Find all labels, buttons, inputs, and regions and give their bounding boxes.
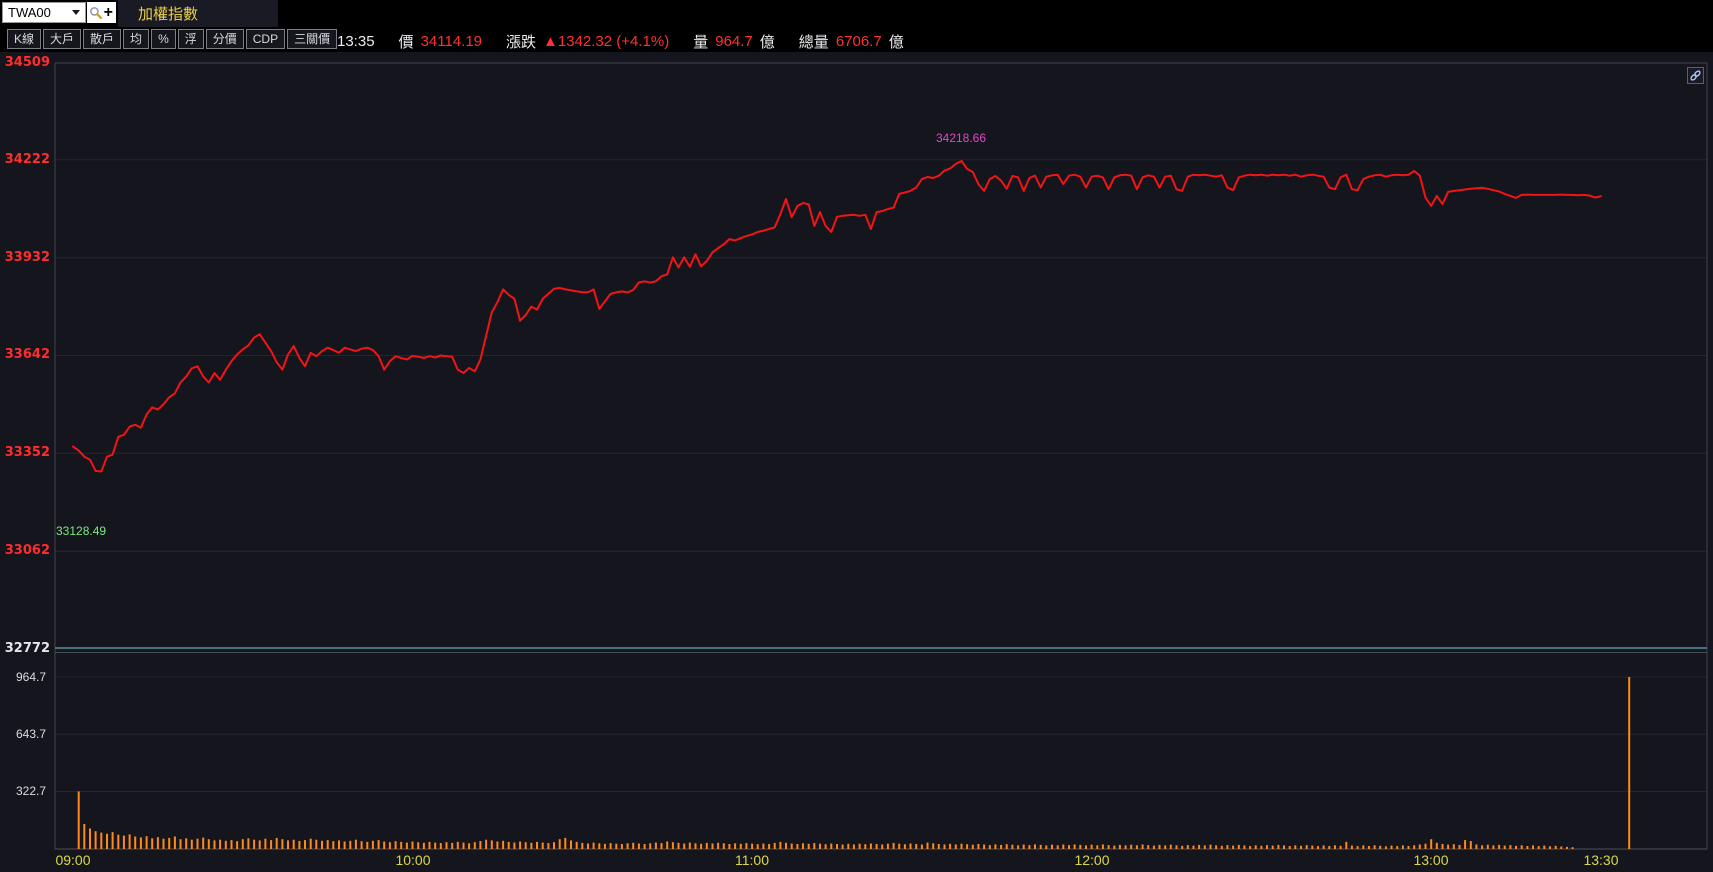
price-axis-label-33352: 33352 (4, 445, 50, 460)
symbol-combo[interactable]: TWA00 (2, 2, 86, 23)
symbol-input-value[interactable]: TWA00 (3, 5, 72, 20)
status-volume: 量 964.7 億 (693, 31, 775, 52)
app-window: { "topbar": { "symbol_input": { "value":… (0, 0, 1713, 872)
time-axis-label-10:00: 10:00 (395, 852, 431, 868)
tab-weighted-index[interactable]: 加權指數 (138, 3, 198, 24)
chain-link-icon (1690, 70, 1701, 81)
status-change-value: ▲1342.32 (+4.1%) (543, 33, 670, 50)
status-change: 漲跌 ▲1342.32 (+4.1%) (506, 31, 669, 52)
volume-axis-label-322.7: 322.7 (15, 784, 46, 798)
chevron-down-icon[interactable] (72, 10, 80, 15)
status-volume-label: 量 (693, 34, 709, 51)
toolbar-buttons: K線 大戶 散戶均% 浮分價 CDP 三關價 (7, 29, 338, 49)
toolbar-row: K線 大戶 散戶均% 浮分價 CDP 三關價 13:35 價 34114.19 漲跌 ▲1… (0, 27, 1713, 52)
chart-plot-area[interactable] (0, 0, 1713, 872)
volume-axis-label-964.7: 964.7 (15, 670, 46, 684)
day-high-annotation: 34218.66 (935, 131, 987, 145)
status-time-value: 13:35 (337, 33, 375, 50)
volume-axis-label-643.7: 643.7 (15, 727, 46, 741)
top-bar: TWA00 + 加權指數 (0, 0, 1713, 27)
search-box: + (87, 2, 116, 23)
price-axis-label-34222: 34222 (4, 152, 50, 167)
price-axis-label-33642: 33642 (4, 347, 50, 362)
status-total: 總量 6706.7 億 (799, 31, 904, 52)
status-volume-value: 964.7 (715, 33, 753, 50)
toolbar-button-3[interactable]: 均 (123, 29, 150, 49)
search-icon[interactable] (89, 6, 103, 20)
status-time: 13:35 (337, 33, 375, 50)
status-total-value: 6706.7 (835, 33, 882, 50)
price-axis-label-33062: 33062 (4, 543, 50, 558)
toolbar-button-2[interactable]: 散戶 (83, 29, 122, 49)
status-price: 價 34114.19 (399, 31, 482, 52)
status-total-unit: 億 (888, 34, 904, 51)
time-axis-label-13:30: 13:30 (1583, 852, 1619, 868)
status-price-value: 34114.19 (420, 33, 483, 50)
time-axis-label-13:00: 13:00 (1413, 852, 1449, 868)
chart-region: 34509 34222 33932 33642 33352 33062 32772 964.7… (0, 0, 1713, 872)
status-change-label: 漲跌 (506, 34, 537, 51)
toolbar-button-5[interactable]: 浮 (177, 29, 204, 49)
time-axis-label-11:00: 11:00 (735, 852, 769, 868)
toolbar-button-1[interactable]: 大戶 (43, 29, 82, 49)
status-volume-unit: 億 (759, 34, 775, 51)
tab-strip: 加權指數 (118, 0, 278, 27)
toolbar-button-7[interactable]: CDP (245, 29, 286, 49)
status-price-label: 價 (398, 34, 414, 51)
toolbar-button-6[interactable]: 分價 (205, 29, 244, 49)
price-axis-label-32772: 32772 (4, 641, 50, 656)
time-axis-label-12:00: 12:00 (1074, 852, 1110, 868)
status-total-label: 總量 (798, 34, 829, 51)
time-axis-label-09:00: 09:00 (55, 852, 91, 868)
toolbar-button-4[interactable]: % (151, 29, 176, 49)
toolbar-button-8[interactable]: 三關價 (287, 29, 338, 49)
status-bar: 13:35 價 34114.19 漲跌 ▲1342.32 (+4.1%) 量 9… (337, 31, 928, 52)
price-axis-label-34509: 34509 (4, 55, 50, 70)
price-axis-label-33932: 33932 (4, 250, 50, 265)
day-low-annotation: 33128.49 (56, 524, 107, 538)
add-symbol-button[interactable]: + (104, 4, 114, 21)
link-button[interactable] (1687, 67, 1704, 84)
toolbar-button-0[interactable]: K線 (7, 29, 42, 49)
